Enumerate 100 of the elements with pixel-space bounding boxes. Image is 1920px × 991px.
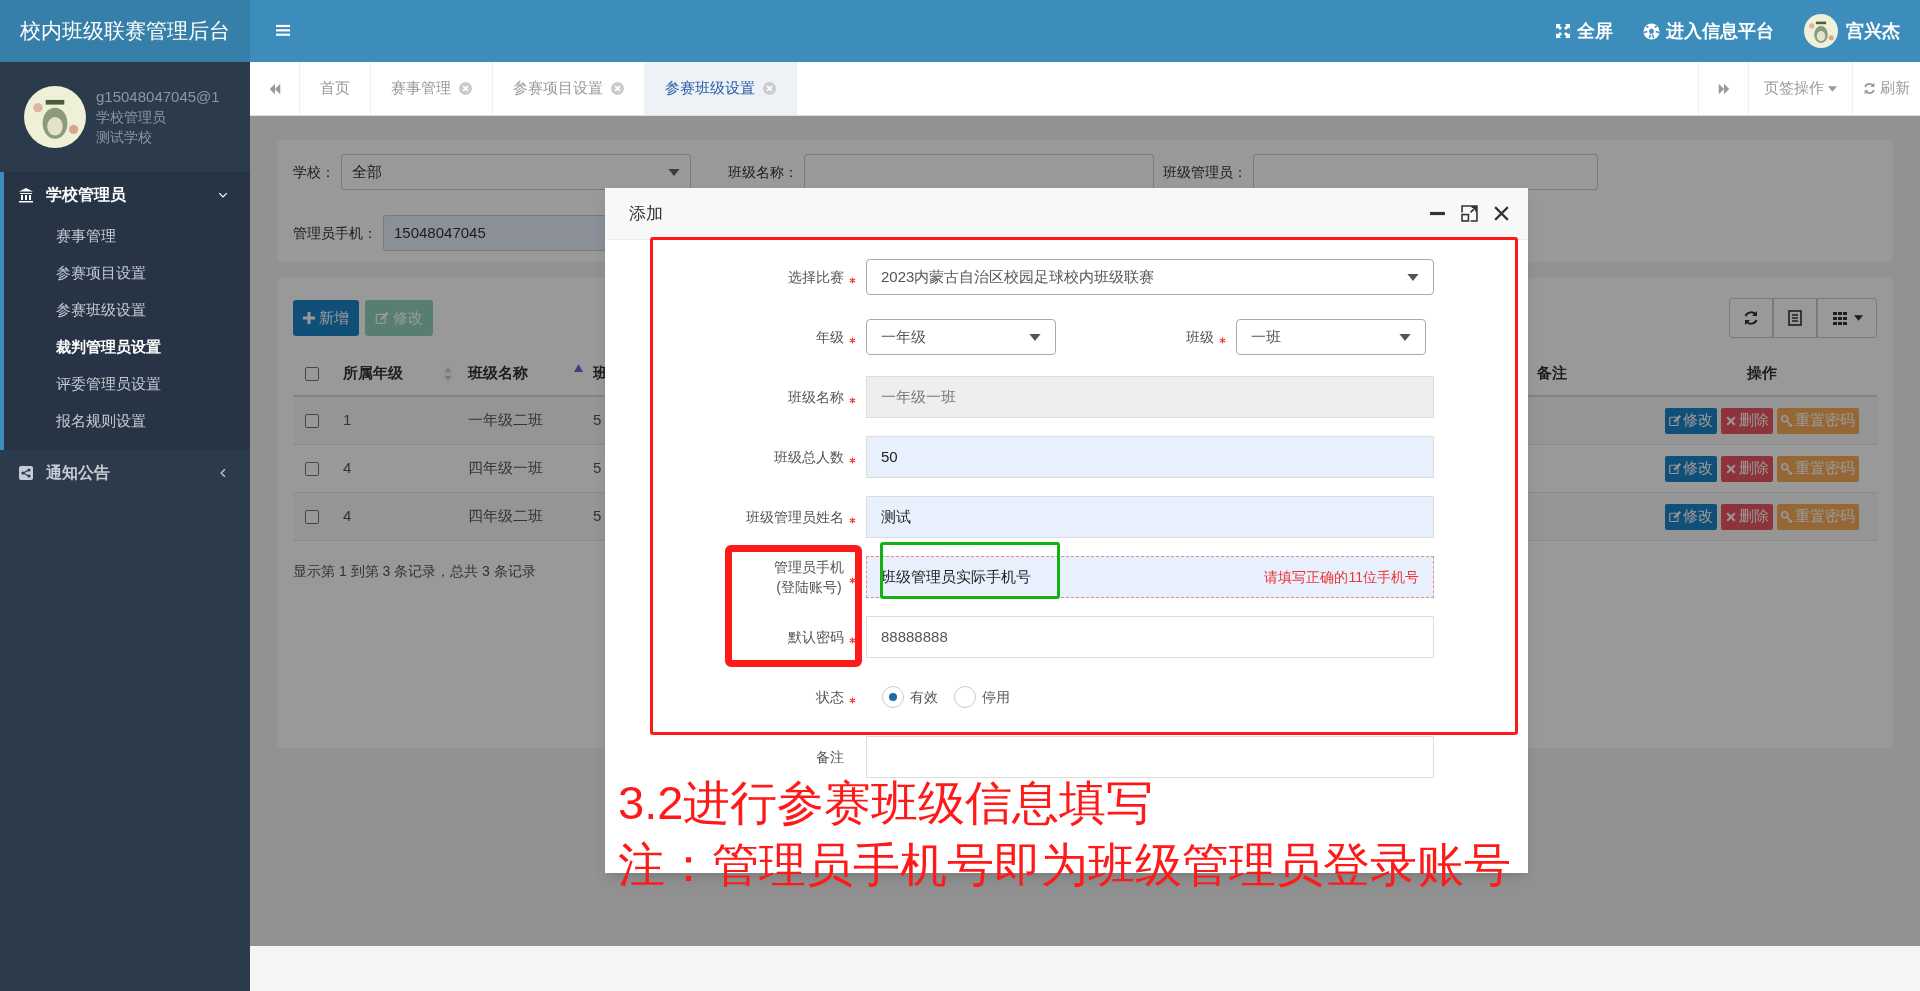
platform-link[interactable]: 进入信息平台	[1643, 17, 1774, 45]
field-label: 班级名称	[788, 388, 844, 407]
caret-icon	[1407, 273, 1419, 281]
radio-option[interactable]: 有效	[882, 686, 938, 708]
user-role: 学校管理员	[96, 108, 167, 127]
field-label: 备注	[816, 748, 844, 767]
refresh-icon	[1743, 310, 1759, 326]
submenu-item[interactable]: 参赛项目设置	[4, 255, 250, 292]
submenu-item[interactable]: 报名规则设置	[4, 403, 250, 440]
field-label: 班级	[1186, 328, 1214, 347]
add-button[interactable]: 新增	[293, 300, 359, 336]
edit-link[interactable]: 修改	[1665, 407, 1717, 434]
caret-icon	[1828, 85, 1837, 92]
input-field[interactable]: 测试	[866, 496, 1434, 538]
table-cell: 5	[593, 411, 602, 429]
field-label: 年级	[816, 328, 844, 347]
submenu-item[interactable]: 裁判管理员设置	[4, 329, 250, 366]
double-right-icon	[1716, 82, 1731, 95]
tab[interactable]: 赛事管理	[371, 62, 493, 115]
radio-option[interactable]: 停用	[954, 686, 1010, 708]
checkbox[interactable]	[305, 509, 319, 524]
filter-field[interactable]	[1253, 154, 1598, 190]
column-header[interactable]: 班级名称	[468, 362, 528, 385]
checkbox[interactable]	[305, 366, 319, 381]
key-icon	[1781, 414, 1793, 427]
column-header[interactable]: 所属年级	[343, 362, 403, 385]
menu-icon	[275, 24, 291, 38]
field-label: 状态	[816, 688, 844, 707]
tab-actions-dropdown[interactable]: 页签操作	[1748, 62, 1852, 115]
column-header[interactable]: 操作	[1747, 362, 1777, 385]
field-label: 管理员手机	[774, 558, 844, 577]
chevron-down-icon	[218, 190, 228, 200]
table-cell: 4	[343, 459, 352, 477]
key-icon	[1781, 462, 1793, 475]
avatar-icon	[1804, 14, 1838, 48]
edit-icon	[375, 311, 389, 325]
close-icon	[1725, 462, 1737, 475]
fullscreen-button[interactable]: 全屏	[1555, 17, 1613, 45]
columns-button[interactable]	[1817, 298, 1877, 338]
share-icon	[18, 465, 34, 481]
close-button[interactable]	[1492, 204, 1510, 223]
close-icon	[1725, 510, 1737, 523]
input-field[interactable]	[866, 736, 1434, 778]
menu-item[interactable]: 学校管理员	[4, 172, 250, 218]
plus-icon	[303, 312, 315, 324]
error-message: 请填写正确的11位手机号	[1264, 567, 1419, 587]
expand-icon	[1555, 23, 1571, 39]
user-menu[interactable]: 宫兴杰	[1804, 14, 1900, 48]
school-select[interactable]: 全部	[341, 154, 691, 190]
edit-icon	[1669, 462, 1681, 475]
submenu-item[interactable]: 参赛班级设置	[4, 292, 250, 329]
input-field[interactable]: 50	[866, 436, 1434, 478]
ball-icon	[1643, 22, 1660, 40]
filter-field[interactable]	[804, 154, 1154, 190]
caret-icon	[1399, 333, 1411, 341]
field-label: 班级总人数	[774, 448, 844, 467]
refresh-button[interactable]: 刷新	[1852, 62, 1920, 115]
filter-label: 班级管理员：	[1163, 162, 1247, 182]
caret-icon	[1853, 315, 1863, 321]
refresh-button[interactable]	[1729, 298, 1773, 338]
caret-icon	[668, 168, 680, 176]
input-field[interactable]: 一年级一班	[866, 376, 1434, 418]
close-icon	[1492, 205, 1510, 222]
submenu-item[interactable]: 评委管理员设置	[4, 366, 250, 403]
school-name: 测试学校	[96, 128, 153, 147]
input-field[interactable]: 班级管理员实际手机号 请填写正确的11位手机号	[866, 556, 1434, 598]
menu-item[interactable]: 通知公告	[0, 450, 250, 496]
column-header[interactable]: 备注	[1537, 362, 1567, 385]
pagination-info: 显示第 1 到第 3 条记录，总共 3 条记录	[293, 562, 536, 581]
submenu-item[interactable]: 赛事管理	[4, 218, 250, 255]
filter-label: 学校：	[293, 162, 335, 182]
select-field[interactable]: 2023内蒙古自治区校园足球校内班级联赛	[866, 259, 1434, 295]
table-cell: 5	[593, 459, 602, 477]
field-hint: (登陆账号)	[776, 578, 842, 597]
tab[interactable]: 参赛班级设置	[645, 62, 797, 115]
refresh-icon	[1863, 82, 1876, 95]
tab[interactable]: 首页	[300, 62, 371, 115]
avatar-icon	[24, 86, 86, 148]
filter-label: 管理员手机：	[293, 223, 377, 243]
list-icon	[1787, 310, 1803, 326]
edit-link[interactable]: 修改	[1665, 455, 1717, 482]
table-cell: 1	[343, 411, 352, 429]
maximize-icon	[1460, 205, 1478, 222]
checkbox[interactable]	[305, 461, 319, 476]
list-view-button[interactable]	[1773, 298, 1817, 338]
table-cell: 5	[593, 507, 602, 525]
caret-icon	[1029, 333, 1041, 341]
edit-link[interactable]: 修改	[1665, 503, 1717, 530]
chevron-left-icon	[218, 468, 228, 478]
field-label: 选择比赛	[788, 268, 844, 287]
input-field[interactable]: 88888888	[866, 616, 1434, 658]
grid-icon	[1831, 310, 1848, 326]
checkbox[interactable]	[305, 413, 319, 428]
maximize-button[interactable]	[1460, 204, 1478, 223]
select-field[interactable]: 一班	[1236, 319, 1426, 355]
select-field[interactable]: 一年级	[866, 319, 1056, 355]
key-icon	[1781, 510, 1793, 523]
table-cell: 4	[343, 507, 352, 525]
app-title: 校内班级联赛管理后台	[0, 0, 250, 62]
bank-icon	[18, 187, 34, 203]
